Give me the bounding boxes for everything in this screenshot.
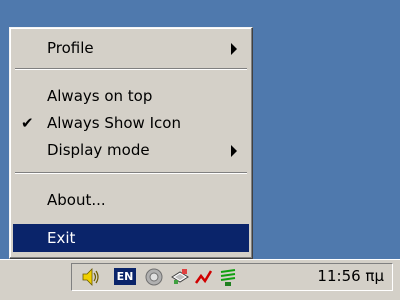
menu-item-label: Always Show Icon	[47, 114, 181, 132]
speaker-icon[interactable]	[80, 266, 100, 288]
menu-item-always-on-top[interactable]: Always on top	[13, 82, 249, 110]
context-menu: Profile Always on top ✔ Always Show Icon…	[9, 27, 253, 259]
menu-separator	[15, 172, 247, 174]
printer-icon[interactable]	[170, 266, 190, 288]
system-tray: EN 11:56 πμ	[71, 263, 393, 291]
checkmark-icon: ✔	[21, 114, 34, 132]
green-network-icon[interactable]	[218, 266, 238, 288]
menu-item-profile[interactable]: Profile	[13, 34, 249, 62]
language-indicator[interactable]: EN	[114, 268, 136, 285]
taskbar: EN 11:56 πμ	[0, 259, 400, 300]
menu-item-exit[interactable]: Exit	[13, 224, 249, 252]
menu-item-label: Always on top	[47, 87, 153, 105]
submenu-arrow-icon	[231, 145, 237, 157]
menu-item-label: Display mode	[47, 141, 150, 159]
submenu-arrow-icon	[231, 43, 237, 55]
menu-item-label: About...	[47, 191, 106, 209]
red-zigzag-icon[interactable]	[194, 266, 214, 288]
menu-separator	[15, 68, 247, 70]
clock[interactable]: 11:56 πμ	[317, 267, 384, 285]
menu-item-always-show-icon[interactable]: ✔ Always Show Icon	[13, 109, 249, 137]
menu-item-label: Exit	[47, 229, 76, 247]
menu-item-about[interactable]: About...	[13, 186, 249, 214]
menu-item-label: Profile	[47, 39, 94, 57]
network-monitor-icon[interactable]	[144, 266, 164, 288]
menu-item-display-mode[interactable]: Display mode	[13, 136, 249, 164]
